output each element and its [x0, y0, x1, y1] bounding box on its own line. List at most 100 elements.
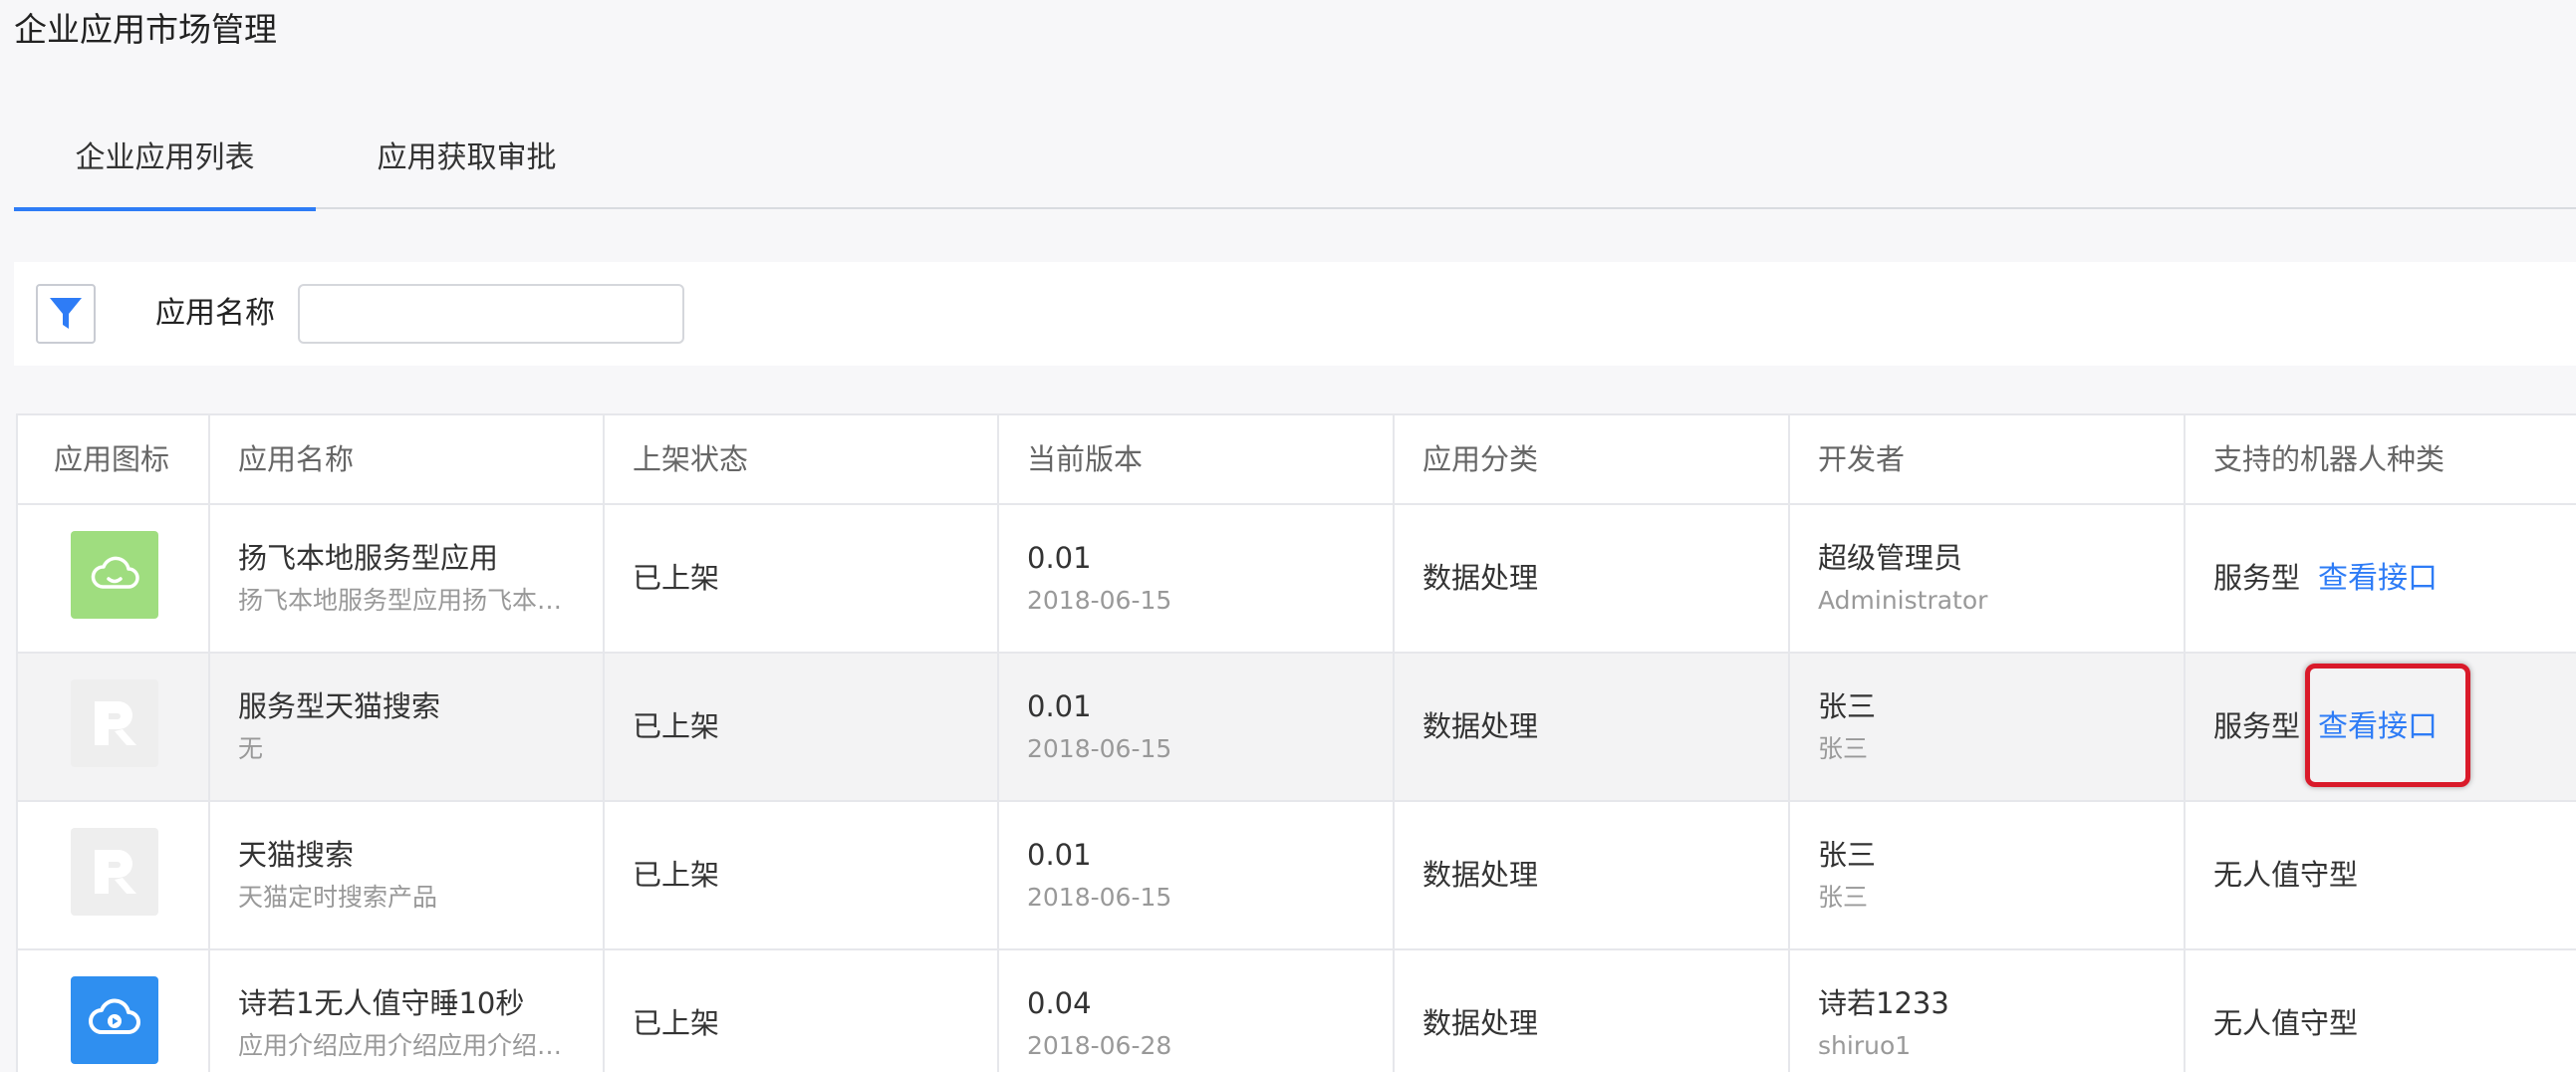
- developer-cell: 张三 张三: [1790, 802, 2186, 948]
- app-name[interactable]: 扬飞本地服务型应用: [238, 537, 498, 579]
- table-row[interactable]: 扬飞本地服务型应用 扬飞本地服务型应用扬飞本… 已上架 0.01 2018-06…: [18, 505, 2576, 654]
- version-number: 0.01: [1027, 541, 1092, 575]
- app-icon: [71, 531, 158, 619]
- header-label: 应用分类: [1422, 442, 1539, 476]
- category-text: 数据处理: [1422, 1006, 1539, 1040]
- header-label: 支持的机器人种类: [2213, 442, 2446, 476]
- robot-type-cell: 服务型 查看接口: [2186, 505, 2576, 652]
- cloud-play-icon: [89, 998, 140, 1034]
- header-robot-type: 支持的机器人种类: [2186, 415, 2576, 503]
- status-cell: 已上架: [605, 505, 999, 652]
- cloud-icon: [91, 556, 139, 589]
- developer-name: 张三: [1818, 838, 1877, 872]
- header-category: 应用分类: [1395, 415, 1790, 503]
- version-date: 2018-06-15: [1027, 586, 1172, 615]
- developer-account: 张三: [1818, 883, 1869, 912]
- status-cell: 已上架: [605, 950, 999, 1072]
- version-number: 0.01: [1027, 838, 1092, 872]
- header-status: 上架状态: [605, 415, 999, 503]
- version-date: 2018-06-15: [1027, 883, 1172, 912]
- header-version: 当前版本: [999, 415, 1395, 503]
- developer-cell: 超级管理员 Administrator: [1790, 505, 2186, 652]
- app-icon-cell: [18, 802, 210, 948]
- version-cell: 0.04 2018-06-28: [999, 950, 1395, 1072]
- version-cell: 0.01 2018-06-15: [999, 505, 1395, 652]
- app-name[interactable]: 诗若1无人值守睡10秒: [238, 982, 524, 1024]
- developer-cell: 诗若1233 shiruo1: [1790, 950, 2186, 1072]
- app-name-cell: 天猫搜索 天猫定时搜索产品: [210, 802, 605, 948]
- robot-type-cell: 服务型 查看接口: [2186, 654, 2576, 800]
- app-name[interactable]: 服务型天猫搜索: [238, 685, 440, 727]
- tab-bar: 企业应用列表 应用获取审批: [14, 118, 2576, 211]
- status-text: 已上架: [633, 858, 720, 892]
- placeholder-logo-icon: [95, 850, 136, 894]
- category-text: 数据处理: [1422, 858, 1539, 892]
- app-name-cell: 扬飞本地服务型应用 扬飞本地服务型应用扬飞本…: [210, 505, 605, 652]
- robot-type-text: 无人值守型: [2213, 858, 2359, 892]
- developer-account: 张三: [1818, 734, 1869, 763]
- version-cell: 0.01 2018-06-15: [999, 802, 1395, 948]
- developer-name: 诗若1233: [1818, 986, 1949, 1020]
- version-cell: 0.01 2018-06-15: [999, 654, 1395, 800]
- developer-account: shiruo1: [1818, 1031, 1912, 1060]
- page: 企业应用市场管理 企业应用列表 应用获取审批 应用名称 应用图标 应用名称 上架…: [0, 0, 2576, 1072]
- app-description: 天猫定时搜索产品: [238, 883, 438, 912]
- status-cell: 已上架: [605, 802, 999, 948]
- page-title: 企业应用市场管理: [14, 10, 277, 49]
- table-header-row: 应用图标 应用名称 上架状态 当前版本 应用分类 开发者 支持的机器人种类: [18, 415, 2576, 505]
- version-number: 0.04: [1027, 986, 1092, 1020]
- status-text: 已上架: [633, 561, 720, 595]
- view-interface-link[interactable]: 查看接口: [2318, 654, 2438, 800]
- app-icon: [71, 828, 158, 916]
- category-text: 数据处理: [1422, 561, 1539, 595]
- app-name-cell: 诗若1无人值守睡10秒 应用介绍应用介绍应用介绍…: [210, 950, 605, 1072]
- header-label: 应用名称: [238, 442, 355, 476]
- robot-type-cell: 无人值守型: [2186, 950, 2576, 1072]
- app-name-cell: 服务型天猫搜索 无: [210, 654, 605, 800]
- tab-enterprise-app-list[interactable]: 企业应用列表: [14, 118, 316, 211]
- table-row[interactable]: 服务型天猫搜索 无 已上架 0.01 2018-06-15 数据处理 张三 张三…: [18, 654, 2576, 802]
- developer-name: 超级管理员: [1818, 541, 1963, 575]
- app-icon-cell: [18, 950, 210, 1072]
- robot-type-cell: 无人值守型: [2186, 802, 2576, 948]
- tab-app-acquisition-approval[interactable]: 应用获取审批: [316, 118, 618, 209]
- category-cell: 数据处理: [1395, 654, 1790, 800]
- robot-type-text: 服务型: [2213, 709, 2301, 743]
- app-description: 扬飞本地服务型应用扬飞本…: [238, 586, 563, 615]
- header-app-icon: 应用图标: [18, 415, 210, 503]
- filter-button[interactable]: [36, 284, 96, 344]
- filter-bar: 应用名称: [14, 262, 2576, 366]
- app-description: 无: [238, 734, 264, 763]
- app-name[interactable]: 天猫搜索: [238, 834, 354, 876]
- developer-cell: 张三 张三: [1790, 654, 2186, 800]
- version-date: 2018-06-15: [1027, 734, 1172, 763]
- app-icon-cell: [18, 654, 210, 800]
- app-name-filter-label: 应用名称: [155, 296, 275, 331]
- status-cell: 已上架: [605, 654, 999, 800]
- version-number: 0.01: [1027, 689, 1092, 723]
- robot-type-text: 无人值守型: [2213, 1006, 2359, 1040]
- category-cell: 数据处理: [1395, 505, 1790, 652]
- filter-icon: [50, 298, 82, 329]
- table-row[interactable]: 天猫搜索 天猫定时搜索产品 已上架 0.01 2018-06-15 数据处理 张…: [18, 802, 2576, 950]
- header-label: 应用图标: [54, 442, 170, 476]
- app-name-filter-input[interactable]: [298, 284, 684, 344]
- placeholder-logo-icon: [95, 701, 136, 745]
- view-interface-link[interactable]: 查看接口: [2318, 505, 2438, 652]
- app-icon: [71, 679, 158, 767]
- robot-type-text: 服务型: [2213, 561, 2301, 595]
- header-label: 上架状态: [633, 442, 749, 476]
- header-label: 当前版本: [1027, 442, 1144, 476]
- header-developer: 开发者: [1790, 415, 2186, 503]
- table-row[interactable]: 诗若1无人值守睡10秒 应用介绍应用介绍应用介绍… 已上架 0.04 2018-…: [18, 950, 2576, 1072]
- developer-name: 张三: [1818, 689, 1877, 723]
- category-cell: 数据处理: [1395, 802, 1790, 948]
- app-table: 应用图标 应用名称 上架状态 当前版本 应用分类 开发者 支持的机器人种类 扬飞…: [16, 413, 2576, 1072]
- header-app-name: 应用名称: [210, 415, 605, 503]
- app-icon-cell: [18, 505, 210, 652]
- developer-account: Administrator: [1818, 586, 1988, 615]
- version-date: 2018-06-28: [1027, 1031, 1172, 1060]
- header-label: 开发者: [1818, 442, 1906, 476]
- status-text: 已上架: [633, 709, 720, 743]
- status-text: 已上架: [633, 1006, 720, 1040]
